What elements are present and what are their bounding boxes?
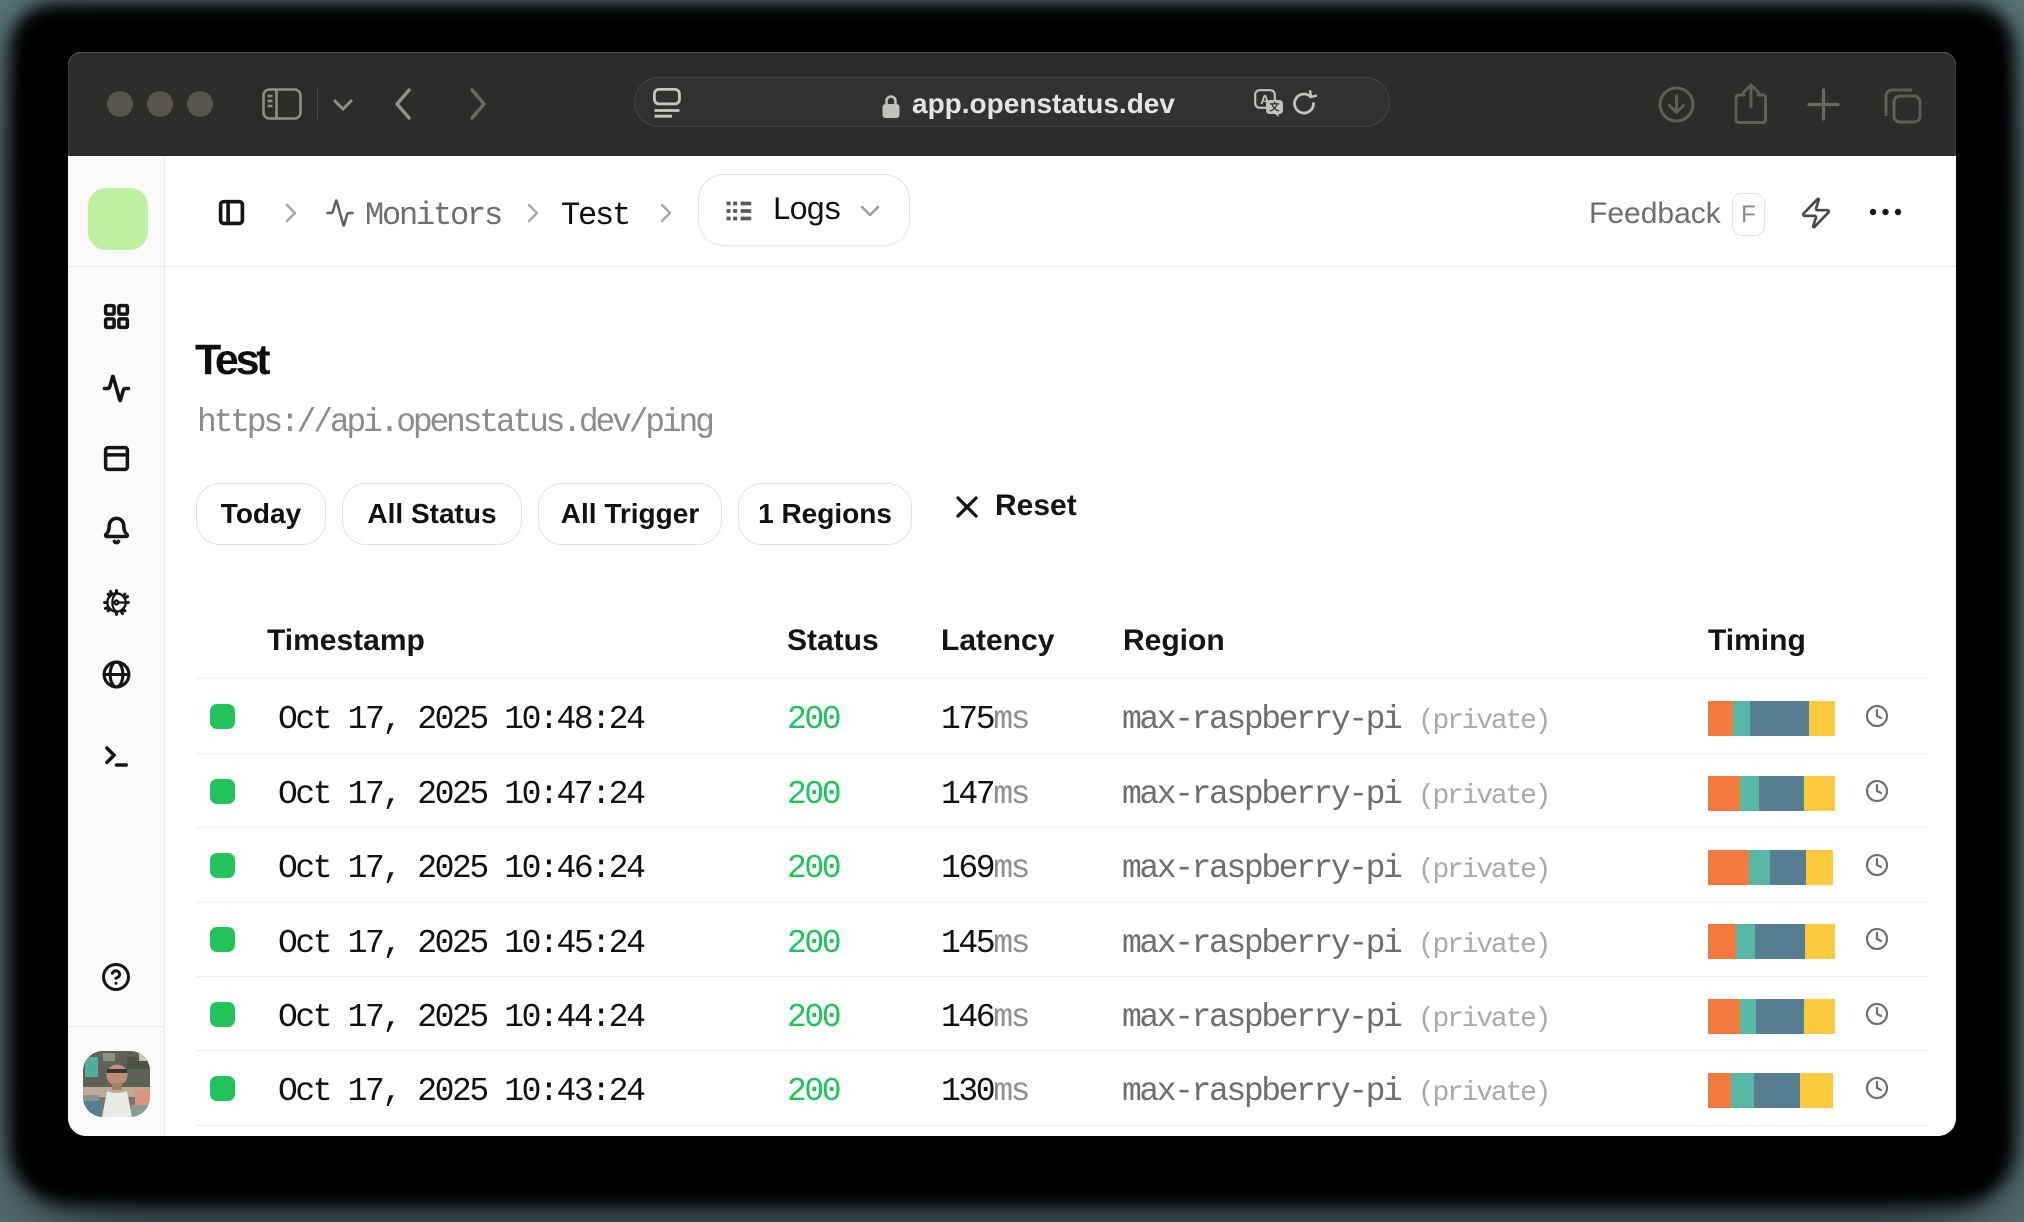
svg-text:文: 文 xyxy=(1270,101,1281,114)
